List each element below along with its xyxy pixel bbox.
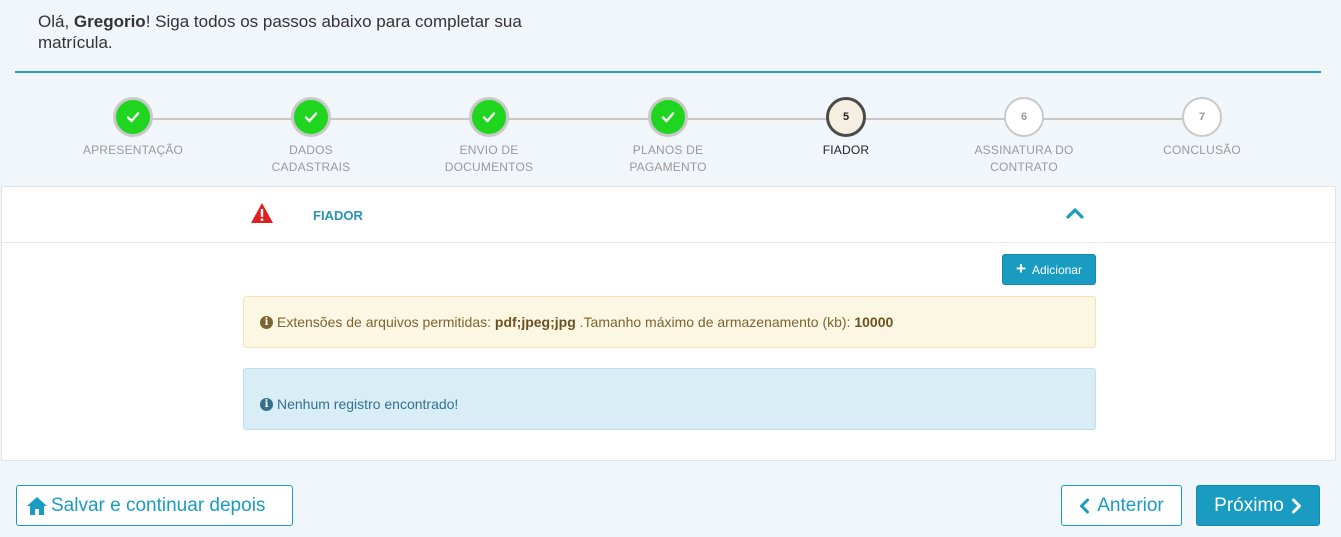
file-info-alert: i Extensões de arquivos permitidas: pdf;…: [243, 296, 1096, 348]
warning-triangle-icon: [251, 203, 273, 223]
step-label: FIADOR: [822, 143, 870, 157]
step-circle: [291, 97, 331, 137]
check-icon: [126, 112, 140, 123]
step-conclusao[interactable]: 7 CONCLUSÃO: [1132, 97, 1272, 159]
greeting-prefix: Olá,: [38, 12, 74, 31]
step-apresentacao[interactable]: APRESENTAÇÃO: [63, 97, 203, 159]
step-label: PLANOS DE PAGAMENTO: [629, 143, 707, 174]
check-icon: [482, 112, 496, 123]
info-circle-icon: i: [260, 397, 273, 411]
chevron-up-icon[interactable]: [1066, 206, 1084, 220]
step-label: DADOS CADASTRAIS: [271, 143, 351, 174]
user-name: Gregorio: [73, 12, 146, 31]
step-label: ASSINATURA DO CONTRATO: [974, 143, 1074, 174]
next-button[interactable]: Próximo: [1196, 485, 1320, 526]
previous-label: Anterior: [1097, 494, 1164, 516]
step-circle: 6: [1004, 97, 1044, 137]
step-label: APRESENTAÇÃO: [82, 143, 184, 157]
chevron-right-icon: [1291, 498, 1301, 513]
home-icon: [27, 496, 47, 515]
step-dados-cadastrais[interactable]: DADOS CADASTRAIS: [241, 97, 381, 176]
step-label: CONCLUSÃO: [1163, 143, 1241, 157]
previous-button[interactable]: Anterior: [1061, 485, 1182, 526]
step-circle: [113, 97, 153, 137]
fiador-panel: FIADOR + Adicionar i Extensões de arquiv…: [1, 186, 1336, 461]
add-button-label: Adicionar: [1031, 262, 1082, 277]
check-icon: [661, 112, 675, 123]
step-circle: 7: [1182, 97, 1222, 137]
chevron-left-icon: [1080, 498, 1090, 513]
save-label: Salvar e continuar depois: [51, 494, 266, 516]
save-continue-later-button[interactable]: Salvar e continuar depois: [16, 485, 293, 526]
header-divider: [15, 71, 1321, 73]
step-fiador[interactable]: 5 FIADOR: [776, 97, 916, 159]
step-circle: [648, 97, 688, 137]
panel-header[interactable]: FIADOR: [2, 187, 1335, 243]
empty-message: Nenhum registro encontrado!: [277, 396, 459, 412]
step-label: ENVIO DE DOCUMENTOS: [444, 143, 534, 174]
allowed-extensions: pdf;jpeg;jpg: [494, 314, 576, 330]
greeting-text: Olá, Gregorio! Siga todos os passos abai…: [38, 11, 558, 53]
max-size: 10000: [854, 314, 894, 330]
info-circle-icon: i: [260, 315, 273, 329]
step-circle: [469, 97, 509, 137]
panel-title: FIADOR: [313, 208, 363, 223]
step-envio-documentos[interactable]: ENVIO DE DOCUMENTOS: [419, 97, 559, 176]
next-label: Próximo: [1214, 494, 1284, 516]
progress-stepper: APRESENTAÇÃO DADOS CADASTRAIS ENVIO DE DOC…: [0, 97, 1341, 182]
add-fiador-button[interactable]: + Adicionar: [1002, 254, 1096, 285]
plus-icon: +: [1016, 259, 1026, 278]
file-info-text: Extensões de arquivos permitidas: pdf;jp…: [277, 314, 894, 330]
empty-records-alert: i Nenhum registro encontrado!: [243, 368, 1096, 430]
check-icon: [304, 112, 318, 123]
step-circle: 5: [826, 97, 866, 137]
step-planos-pagamento[interactable]: PLANOS DE PAGAMENTO: [598, 97, 738, 176]
step-assinatura-contrato[interactable]: 6 ASSINATURA DO CONTRATO: [954, 97, 1094, 176]
